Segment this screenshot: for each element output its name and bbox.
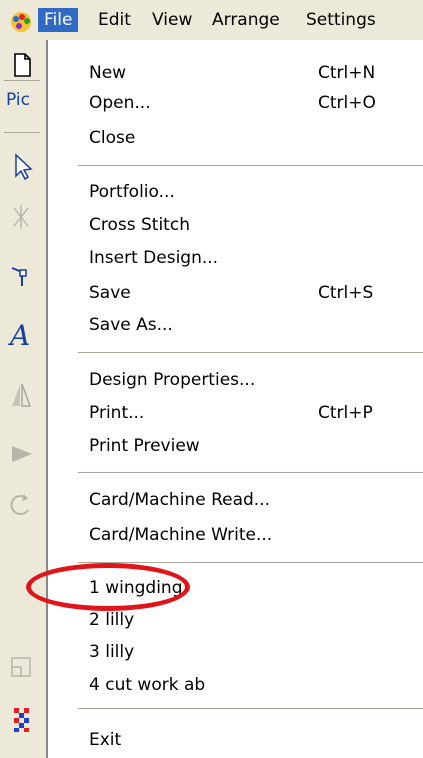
fill-triangle-icon[interactable] — [6, 436, 36, 470]
toolbar-divider — [4, 132, 40, 133]
menu-view[interactable]: View — [146, 8, 198, 32]
select-arrow-icon[interactable] — [6, 150, 36, 184]
menu-item-label: Print... — [89, 403, 145, 423]
new-document-icon[interactable] — [6, 48, 36, 82]
shortcut-label: Ctrl+O — [318, 93, 376, 113]
menu-arrange[interactable]: Arrange — [206, 8, 286, 32]
left-toolbar: Pic A — [0, 40, 46, 758]
menu-item-label: Save — [89, 283, 131, 303]
menu-item-design-properties[interactable]: Design Properties... — [89, 365, 409, 395]
menu-separator — [78, 708, 423, 709]
menu-item-recent-4[interactable]: 4 cut work ab — [89, 670, 409, 700]
menu-item-label: Save As... — [89, 315, 173, 335]
menu-item-label: Open... — [89, 93, 151, 113]
menu-bar: File Edit View Arrange Settings — [0, 0, 423, 41]
menu-item-label: Card/Machine Read... — [89, 490, 270, 510]
stitch-star-icon[interactable] — [6, 200, 36, 234]
menu-item-label: 2 lilly — [89, 610, 135, 630]
app-logo-icon[interactable] — [8, 9, 34, 33]
menu-separator — [78, 352, 423, 353]
menu-item-label: Portfolio... — [89, 182, 175, 202]
lettering-icon[interactable]: A — [6, 318, 36, 352]
menu-item-open[interactable]: Open... Ctrl+O — [89, 88, 409, 118]
menu-item-portfolio[interactable]: Portfolio... — [89, 177, 409, 207]
file-menu-dropdown: New Ctrl+N Open... Ctrl+O Close Portfoli… — [46, 40, 423, 758]
pick-tab-label[interactable]: Pic — [6, 90, 30, 110]
menu-item-exit[interactable]: Exit — [89, 725, 409, 755]
menu-separator — [78, 165, 423, 166]
menu-item-label: Card/Machine Write... — [89, 525, 273, 545]
menu-item-label: Close — [89, 128, 136, 148]
svg-text:A: A — [7, 319, 30, 352]
cross-stitch-icon[interactable] — [6, 702, 36, 736]
menu-item-label: Design Properties... — [89, 370, 256, 390]
menu-item-label: New — [89, 63, 127, 83]
menu-item-new[interactable]: New Ctrl+N — [89, 58, 409, 88]
menu-item-label: Cross Stitch — [89, 215, 190, 235]
menu-file[interactable]: File — [38, 8, 79, 32]
rotate-icon[interactable] — [6, 488, 36, 522]
annotation-highlight-oval — [26, 563, 190, 611]
frame-icon[interactable] — [6, 650, 36, 684]
menu-item-card-machine-read[interactable]: Card/Machine Read... — [89, 485, 409, 515]
menu-item-label: 3 lilly — [89, 642, 135, 662]
node-edit-icon[interactable] — [6, 258, 36, 292]
mirror-icon[interactable] — [6, 378, 36, 412]
menu-item-save-as[interactable]: Save As... — [89, 310, 409, 340]
menu-item-label: Insert Design... — [89, 248, 219, 268]
menu-separator — [78, 562, 423, 563]
menu-item-card-machine-write[interactable]: Card/Machine Write... — [89, 520, 409, 550]
menu-item-cross-stitch[interactable]: Cross Stitch — [89, 210, 409, 240]
menu-item-save[interactable]: Save Ctrl+S — [89, 278, 409, 308]
menu-item-print[interactable]: Print... Ctrl+P — [89, 398, 409, 428]
menu-edit[interactable]: Edit — [92, 8, 137, 32]
menu-item-recent-2[interactable]: 2 lilly — [89, 605, 409, 635]
shortcut-label: Ctrl+P — [318, 403, 373, 423]
shortcut-label: Ctrl+N — [318, 63, 376, 83]
menu-item-label: Print Preview — [89, 436, 200, 456]
menu-item-label: Exit — [89, 730, 122, 750]
menu-settings[interactable]: Settings — [300, 8, 382, 32]
menu-item-insert-design[interactable]: Insert Design... — [89, 243, 409, 273]
menu-item-label: 4 cut work ab — [89, 675, 206, 695]
menu-item-print-preview[interactable]: Print Preview — [89, 431, 409, 461]
menu-item-recent-3[interactable]: 3 lilly — [89, 637, 409, 667]
toolbar-divider — [4, 80, 40, 81]
menu-item-close[interactable]: Close — [89, 123, 409, 153]
shortcut-label: Ctrl+S — [318, 283, 374, 303]
menu-separator — [78, 472, 423, 473]
